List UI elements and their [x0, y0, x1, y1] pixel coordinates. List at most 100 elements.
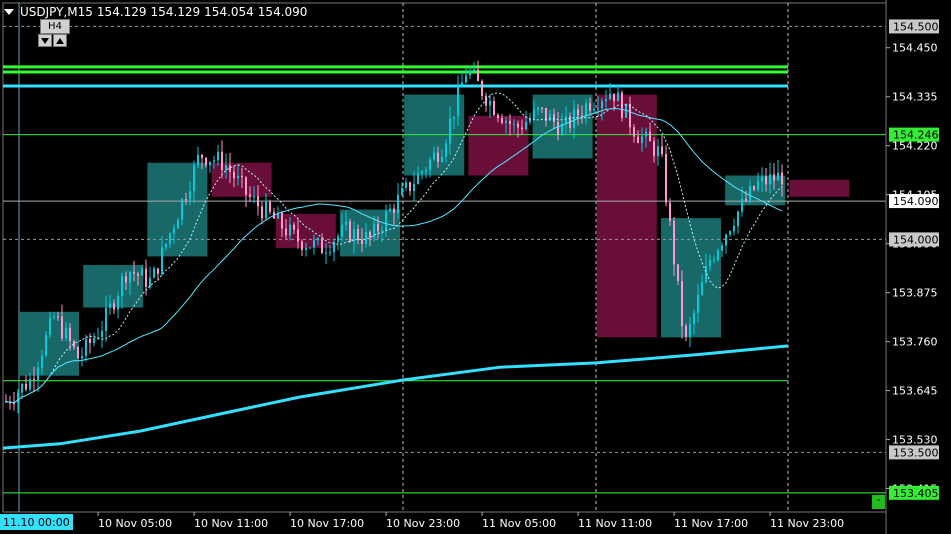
candle-body — [389, 208, 391, 212]
candle-body — [449, 118, 451, 144]
candle-body — [429, 159, 431, 171]
ohlc-low: 154.054 — [204, 5, 254, 19]
candle-body — [77, 347, 79, 359]
candle-body — [657, 146, 659, 157]
candle-body — [69, 328, 71, 342]
minimize-button[interactable]: - — [872, 495, 885, 509]
candle-body — [253, 196, 255, 198]
htf-candle-box — [596, 94, 657, 338]
candle-body — [197, 154, 199, 165]
candle-body — [141, 268, 143, 276]
price-label-text: 154.500 — [893, 20, 939, 33]
candle-body — [673, 220, 675, 265]
candle-body — [477, 69, 479, 81]
caret-down-icon[interactable] — [4, 9, 14, 15]
plot-frame — [2, 2, 887, 513]
candle-body — [133, 271, 135, 274]
candle-body — [653, 141, 655, 157]
candle-body — [485, 95, 487, 106]
candle-body — [161, 247, 163, 274]
candle-body — [241, 175, 243, 178]
candle-body — [549, 114, 551, 121]
candle-body — [413, 183, 415, 192]
y-tick-label: 153.645 — [892, 385, 938, 398]
candle-body — [645, 131, 647, 137]
htf-up-button[interactable] — [53, 34, 67, 47]
candle-body — [185, 198, 187, 200]
candle-body — [121, 276, 123, 297]
candle-body — [589, 103, 591, 111]
candle-body — [777, 172, 779, 181]
price-label-text: 153.405 — [893, 487, 939, 500]
candle-body — [585, 103, 587, 117]
y-tick-label: 153.530 — [892, 434, 938, 447]
candle-body — [401, 187, 403, 195]
y-tick-label: 153.875 — [892, 287, 938, 300]
candle-body — [393, 208, 395, 213]
candle-body — [581, 115, 583, 117]
candle-body — [709, 260, 711, 266]
candle-body — [301, 241, 303, 250]
htf-down-button[interactable] — [38, 34, 52, 47]
arrow-up-icon — [56, 38, 64, 44]
candle-body — [469, 70, 471, 76]
candle-body — [181, 198, 183, 220]
candle-body — [209, 161, 211, 166]
candle-body — [713, 259, 715, 261]
candle-body — [117, 296, 119, 310]
candle-body — [285, 228, 287, 236]
y-tick-label: 154.335 — [892, 91, 938, 104]
y-tick-label: 153.760 — [892, 336, 938, 349]
candle-body — [493, 100, 495, 116]
candle-body — [453, 116, 455, 119]
candle-body — [145, 268, 147, 287]
candle-body — [765, 176, 767, 185]
symbol-info-bar: USDJPY,M15 154.129 154.129 154.054 154.0… — [4, 4, 307, 20]
candle-body — [65, 328, 67, 339]
candle-body — [329, 251, 331, 253]
price-chart[interactable]: 154.450154.335154.220154.105153.990153.8… — [0, 0, 951, 534]
candle-body — [437, 152, 439, 162]
candle-body — [129, 271, 131, 283]
htf-selector: H4 — [38, 19, 71, 48]
candle-body — [577, 109, 579, 116]
candle-body — [189, 191, 191, 200]
candle-body — [261, 206, 263, 219]
candle-body — [457, 86, 459, 117]
candle-body — [169, 233, 171, 244]
candle-body — [597, 108, 599, 110]
candle-body — [637, 136, 639, 143]
candle-body — [721, 245, 723, 251]
candle-body — [601, 101, 603, 109]
candle-body — [137, 273, 139, 276]
candle-body — [501, 118, 503, 123]
x-tick-label: 10 Nov 05:00 — [98, 517, 172, 530]
candle-body — [225, 165, 227, 171]
candle-body — [345, 221, 347, 226]
candle-body — [521, 127, 523, 130]
candle-body — [13, 403, 15, 405]
htf-candle-box — [789, 179, 850, 197]
candle-body — [245, 177, 247, 195]
candle-body — [325, 252, 327, 254]
ohlc-high: 154.129 — [150, 5, 201, 19]
candle-body — [781, 172, 783, 185]
candle-body — [257, 196, 259, 207]
candle-body — [157, 268, 159, 274]
candle-body — [649, 131, 651, 142]
x-tick-label: 11 Nov 11:00 — [578, 517, 652, 530]
candle-body — [733, 226, 735, 232]
candle-body — [377, 223, 379, 232]
candle-body — [537, 107, 539, 110]
candle-body — [105, 307, 107, 331]
candle-body — [61, 316, 63, 339]
candle-body — [629, 103, 631, 128]
candle-body — [441, 156, 443, 162]
candle-body — [21, 383, 23, 393]
candle-body — [773, 174, 775, 181]
candle-body — [101, 330, 103, 338]
candle-body — [433, 152, 435, 160]
candle-body — [221, 151, 223, 171]
candle-body — [125, 276, 127, 283]
candle-body — [265, 201, 267, 219]
